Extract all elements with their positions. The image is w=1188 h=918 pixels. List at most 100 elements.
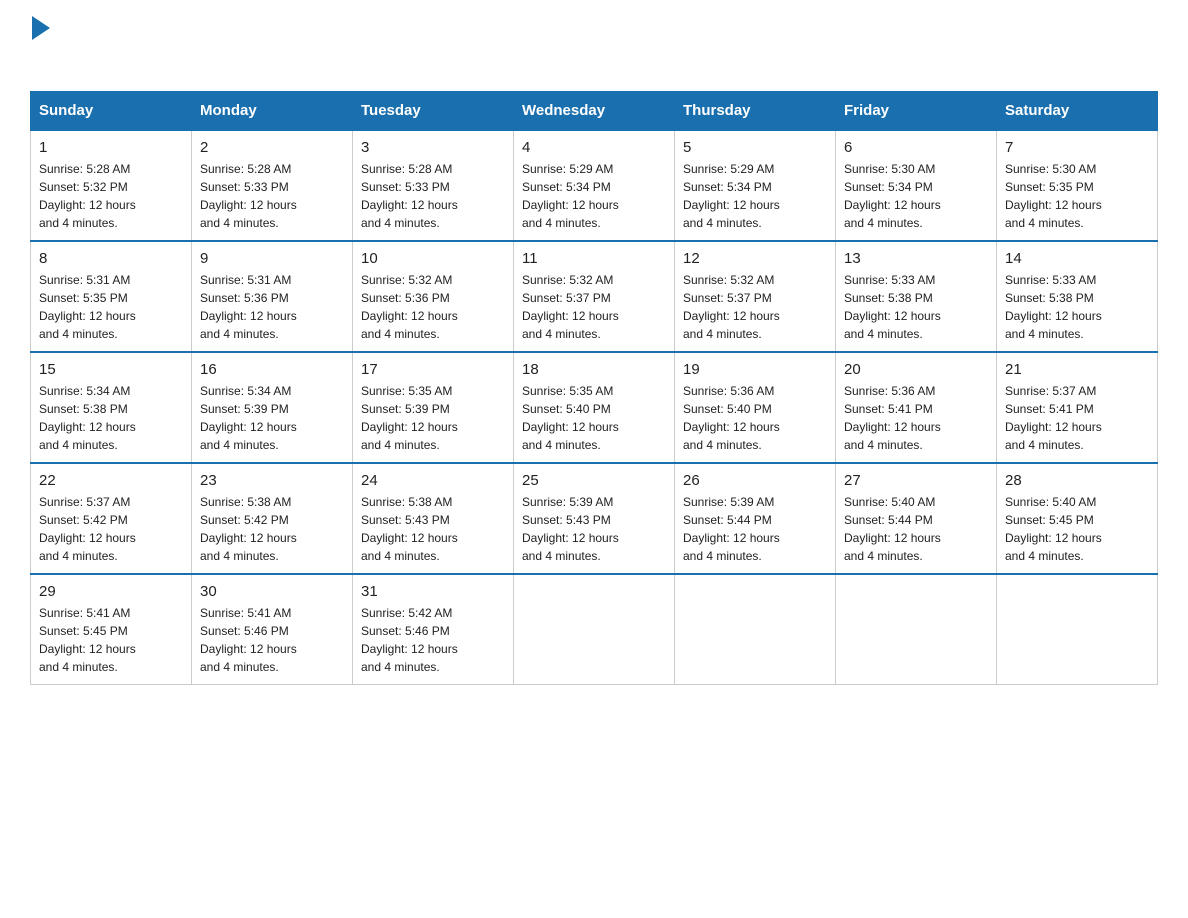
calendar-cell: 5 Sunrise: 5:29 AMSunset: 5:34 PMDayligh… — [675, 130, 836, 241]
day-info: Sunrise: 5:37 AMSunset: 5:42 PMDaylight:… — [39, 495, 136, 563]
calendar-cell: 7 Sunrise: 5:30 AMSunset: 5:35 PMDayligh… — [997, 130, 1158, 241]
day-number: 24 — [361, 472, 505, 489]
column-header-saturday: Saturday — [997, 92, 1158, 131]
day-info: Sunrise: 5:41 AMSunset: 5:46 PMDaylight:… — [200, 606, 297, 674]
day-info: Sunrise: 5:39 AMSunset: 5:44 PMDaylight:… — [683, 495, 780, 563]
day-info: Sunrise: 5:35 AMSunset: 5:39 PMDaylight:… — [361, 384, 458, 452]
day-number: 5 — [683, 139, 827, 156]
day-info: Sunrise: 5:36 AMSunset: 5:41 PMDaylight:… — [844, 384, 941, 452]
day-number: 10 — [361, 250, 505, 267]
day-info: Sunrise: 5:32 AMSunset: 5:37 PMDaylight:… — [683, 273, 780, 341]
calendar-cell: 30 Sunrise: 5:41 AMSunset: 5:46 PMDaylig… — [192, 574, 353, 685]
day-number: 22 — [39, 472, 183, 489]
calendar-cell: 11 Sunrise: 5:32 AMSunset: 5:37 PMDaylig… — [514, 241, 675, 352]
day-number: 31 — [361, 583, 505, 600]
day-number: 11 — [522, 250, 666, 267]
day-number: 3 — [361, 139, 505, 156]
day-info: Sunrise: 5:39 AMSunset: 5:43 PMDaylight:… — [522, 495, 619, 563]
calendar-cell: 19 Sunrise: 5:36 AMSunset: 5:40 PMDaylig… — [675, 352, 836, 463]
calendar-cell: 2 Sunrise: 5:28 AMSunset: 5:33 PMDayligh… — [192, 130, 353, 241]
day-info: Sunrise: 5:40 AMSunset: 5:44 PMDaylight:… — [844, 495, 941, 563]
calendar-cell: 16 Sunrise: 5:34 AMSunset: 5:39 PMDaylig… — [192, 352, 353, 463]
day-number: 28 — [1005, 472, 1149, 489]
day-number: 16 — [200, 361, 344, 378]
calendar-cell: 23 Sunrise: 5:38 AMSunset: 5:42 PMDaylig… — [192, 463, 353, 574]
day-number: 4 — [522, 139, 666, 156]
calendar-cell: 25 Sunrise: 5:39 AMSunset: 5:43 PMDaylig… — [514, 463, 675, 574]
column-header-wednesday: Wednesday — [514, 92, 675, 131]
day-info: Sunrise: 5:30 AMSunset: 5:34 PMDaylight:… — [844, 162, 941, 230]
day-info: Sunrise: 5:28 AMSunset: 5:32 PMDaylight:… — [39, 162, 136, 230]
calendar-cell: 17 Sunrise: 5:35 AMSunset: 5:39 PMDaylig… — [353, 352, 514, 463]
day-info: Sunrise: 5:33 AMSunset: 5:38 PMDaylight:… — [844, 273, 941, 341]
day-number: 13 — [844, 250, 988, 267]
day-info: Sunrise: 5:37 AMSunset: 5:41 PMDaylight:… — [1005, 384, 1102, 452]
day-info: Sunrise: 5:29 AMSunset: 5:34 PMDaylight:… — [522, 162, 619, 230]
week-row-5: 29 Sunrise: 5:41 AMSunset: 5:45 PMDaylig… — [31, 574, 1158, 685]
day-info: Sunrise: 5:32 AMSunset: 5:37 PMDaylight:… — [522, 273, 619, 341]
column-header-sunday: Sunday — [31, 92, 192, 131]
column-header-tuesday: Tuesday — [353, 92, 514, 131]
day-info: Sunrise: 5:42 AMSunset: 5:46 PMDaylight:… — [361, 606, 458, 674]
day-number: 14 — [1005, 250, 1149, 267]
day-number: 18 — [522, 361, 666, 378]
calendar-cell: 24 Sunrise: 5:38 AMSunset: 5:43 PMDaylig… — [353, 463, 514, 574]
calendar-cell — [836, 574, 997, 685]
calendar-cell: 13 Sunrise: 5:33 AMSunset: 5:38 PMDaylig… — [836, 241, 997, 352]
day-info: Sunrise: 5:30 AMSunset: 5:35 PMDaylight:… — [1005, 162, 1102, 230]
calendar-cell: 4 Sunrise: 5:29 AMSunset: 5:34 PMDayligh… — [514, 130, 675, 241]
week-row-4: 22 Sunrise: 5:37 AMSunset: 5:42 PMDaylig… — [31, 463, 1158, 574]
calendar-cell: 10 Sunrise: 5:32 AMSunset: 5:36 PMDaylig… — [353, 241, 514, 352]
calendar-cell: 28 Sunrise: 5:40 AMSunset: 5:45 PMDaylig… — [997, 463, 1158, 574]
day-info: Sunrise: 5:33 AMSunset: 5:38 PMDaylight:… — [1005, 273, 1102, 341]
column-header-friday: Friday — [836, 92, 997, 131]
column-header-monday: Monday — [192, 92, 353, 131]
logo-triangle-icon — [32, 16, 50, 40]
calendar-cell: 1 Sunrise: 5:28 AMSunset: 5:32 PMDayligh… — [31, 130, 192, 241]
day-number: 7 — [1005, 139, 1149, 156]
day-info: Sunrise: 5:40 AMSunset: 5:45 PMDaylight:… — [1005, 495, 1102, 563]
day-info: Sunrise: 5:36 AMSunset: 5:40 PMDaylight:… — [683, 384, 780, 452]
day-number: 27 — [844, 472, 988, 489]
day-info: Sunrise: 5:41 AMSunset: 5:45 PMDaylight:… — [39, 606, 136, 674]
day-number: 19 — [683, 361, 827, 378]
calendar-cell: 22 Sunrise: 5:37 AMSunset: 5:42 PMDaylig… — [31, 463, 192, 574]
day-number: 2 — [200, 139, 344, 156]
logo — [30, 20, 50, 71]
day-number: 1 — [39, 139, 183, 156]
day-number: 17 — [361, 361, 505, 378]
day-number: 8 — [39, 250, 183, 267]
day-number: 12 — [683, 250, 827, 267]
day-info: Sunrise: 5:29 AMSunset: 5:34 PMDaylight:… — [683, 162, 780, 230]
week-row-3: 15 Sunrise: 5:34 AMSunset: 5:38 PMDaylig… — [31, 352, 1158, 463]
calendar-cell: 14 Sunrise: 5:33 AMSunset: 5:38 PMDaylig… — [997, 241, 1158, 352]
calendar-cell: 31 Sunrise: 5:42 AMSunset: 5:46 PMDaylig… — [353, 574, 514, 685]
day-info: Sunrise: 5:38 AMSunset: 5:43 PMDaylight:… — [361, 495, 458, 563]
day-number: 26 — [683, 472, 827, 489]
day-number: 30 — [200, 583, 344, 600]
day-info: Sunrise: 5:38 AMSunset: 5:42 PMDaylight:… — [200, 495, 297, 563]
calendar-cell: 9 Sunrise: 5:31 AMSunset: 5:36 PMDayligh… — [192, 241, 353, 352]
calendar-cell: 12 Sunrise: 5:32 AMSunset: 5:37 PMDaylig… — [675, 241, 836, 352]
day-info: Sunrise: 5:28 AMSunset: 5:33 PMDaylight:… — [200, 162, 297, 230]
day-info: Sunrise: 5:34 AMSunset: 5:39 PMDaylight:… — [200, 384, 297, 452]
calendar-cell — [675, 574, 836, 685]
calendar-cell — [997, 574, 1158, 685]
day-info: Sunrise: 5:28 AMSunset: 5:33 PMDaylight:… — [361, 162, 458, 230]
day-number: 23 — [200, 472, 344, 489]
column-header-thursday: Thursday — [675, 92, 836, 131]
day-info: Sunrise: 5:34 AMSunset: 5:38 PMDaylight:… — [39, 384, 136, 452]
week-row-2: 8 Sunrise: 5:31 AMSunset: 5:35 PMDayligh… — [31, 241, 1158, 352]
day-number: 9 — [200, 250, 344, 267]
calendar-cell: 3 Sunrise: 5:28 AMSunset: 5:33 PMDayligh… — [353, 130, 514, 241]
calendar-cell — [514, 574, 675, 685]
calendar-cell: 20 Sunrise: 5:36 AMSunset: 5:41 PMDaylig… — [836, 352, 997, 463]
day-info: Sunrise: 5:32 AMSunset: 5:36 PMDaylight:… — [361, 273, 458, 341]
day-number: 29 — [39, 583, 183, 600]
day-number: 20 — [844, 361, 988, 378]
day-number: 6 — [844, 139, 988, 156]
page-header — [30, 20, 1158, 71]
day-number: 25 — [522, 472, 666, 489]
day-info: Sunrise: 5:35 AMSunset: 5:40 PMDaylight:… — [522, 384, 619, 452]
calendar-cell: 15 Sunrise: 5:34 AMSunset: 5:38 PMDaylig… — [31, 352, 192, 463]
